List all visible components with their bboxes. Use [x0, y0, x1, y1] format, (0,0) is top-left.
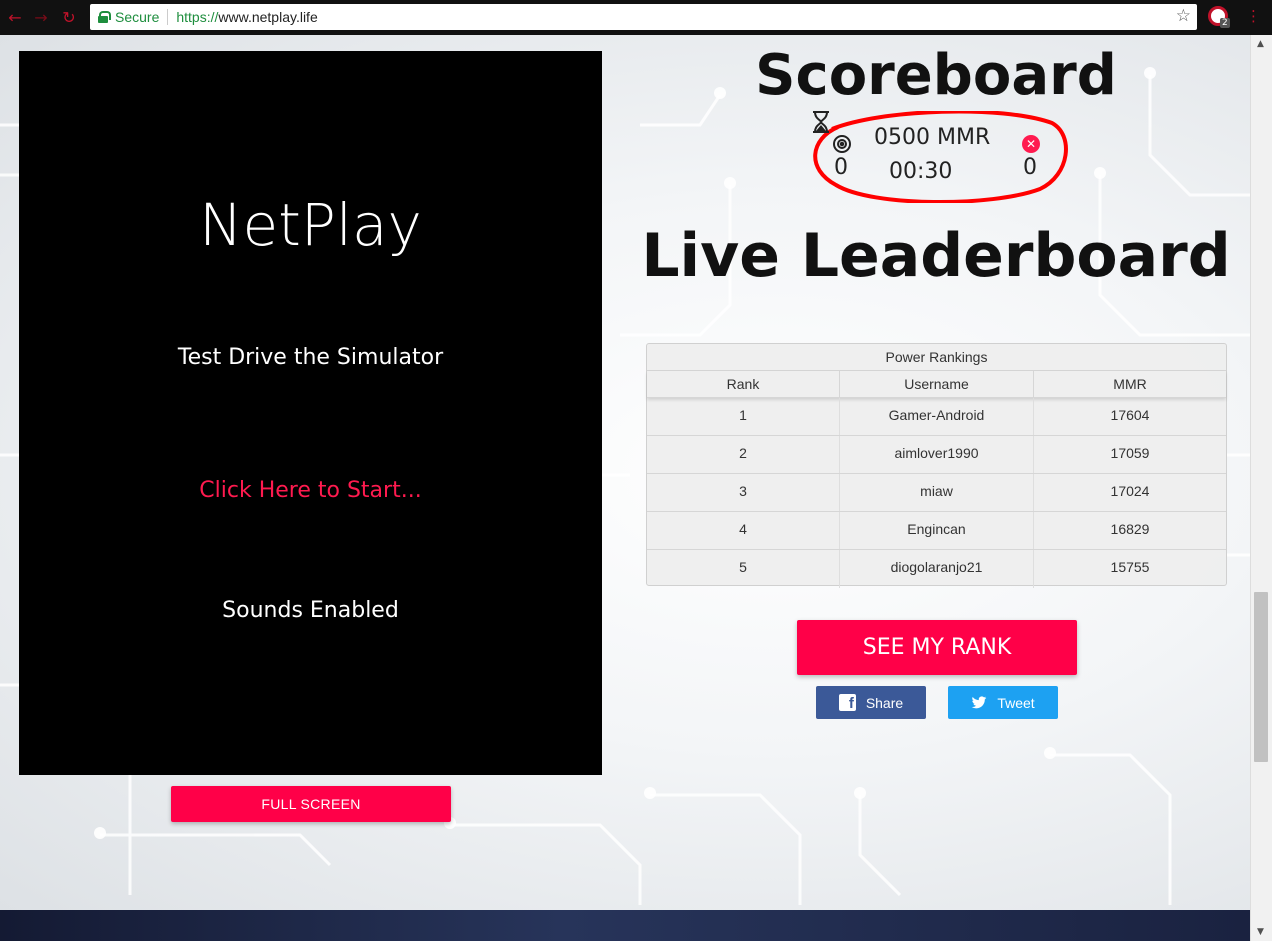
table-caption: Power Rankings	[647, 344, 1226, 371]
url-scheme: https://	[176, 9, 219, 25]
rank-cell: 3	[647, 474, 840, 511]
scrollbar-thumb[interactable]	[1254, 592, 1268, 762]
scoreboard-stats: 0 0500 MMR 00:30 ✕ 0	[812, 111, 1068, 203]
extension-badge: 2	[1220, 18, 1230, 28]
browser-toolbar: ← → ↻ Secure https://www.netplay.life ☆ …	[0, 0, 1272, 35]
column-header-username: Username	[840, 371, 1034, 397]
rank-cell: 2	[647, 436, 840, 473]
tweet-button[interactable]: Tweet	[948, 686, 1058, 719]
footer-banner	[0, 910, 1250, 941]
mmr-cell: 17604	[1110, 407, 1150, 423]
mmr-cell: 15755	[1110, 559, 1150, 575]
username-cell: Engincan	[840, 512, 1034, 549]
table-row: 5 diogolaranjo21 15755	[647, 550, 1226, 588]
url-text[interactable]: https://www.netplay.life	[176, 9, 317, 25]
sounds-toggle[interactable]: Sounds Enabled	[19, 598, 602, 623]
facebook-share-button[interactable]: f Share	[816, 686, 926, 719]
see-my-rank-button[interactable]: SEE MY RANK	[797, 620, 1077, 675]
target-icon	[833, 135, 851, 153]
facebook-icon: f	[838, 694, 856, 712]
miss-icon: ✕	[1022, 135, 1040, 153]
back-arrow-icon[interactable]: ←	[4, 6, 26, 28]
forward-arrow-icon[interactable]: →	[30, 6, 52, 28]
hourglass-icon	[813, 111, 829, 133]
misses-count: 0	[1023, 155, 1037, 180]
url-host: www.netplay.life	[218, 9, 318, 25]
tweet-label: Tweet	[997, 694, 1035, 711]
rank-cell: 4	[647, 512, 840, 549]
fullscreen-button[interactable]: FULL SCREEN	[171, 786, 451, 822]
mmr-cell: 17024	[1110, 483, 1150, 499]
game-subtitle: Test Drive the Simulator	[177, 345, 444, 370]
leaderboard-title: Live Leaderboard	[641, 221, 1231, 291]
lock-icon	[98, 11, 111, 23]
table-row: 4 Engincan 16829	[647, 512, 1226, 550]
column-header-rank: Rank	[647, 371, 840, 397]
mmr-cell: 16829	[1110, 521, 1150, 537]
hits-count: 0	[834, 155, 848, 180]
rank-cell: 5	[647, 550, 840, 588]
username-cell: miaw	[840, 474, 1034, 511]
column-header-mmr: MMR	[1113, 376, 1147, 392]
scoreboard-title: Scoreboard	[755, 43, 1117, 108]
address-bar[interactable]: Secure https://www.netplay.life ☆	[90, 4, 1197, 30]
username-cell: Gamer-Android	[840, 398, 1034, 435]
username-cell: diogolaranjo21	[840, 550, 1034, 588]
rank-cell: 1	[647, 398, 840, 435]
timer-value: 00:30	[889, 159, 953, 184]
username-cell: aimlover1990	[840, 436, 1034, 473]
secure-label: Secure	[115, 9, 160, 25]
scroll-down-arrow-icon[interactable]: ▼	[1257, 927, 1264, 937]
game-title: NetPlay	[199, 191, 422, 259]
rankings-table: Power Rankings Rank Username MMR 1 Gamer…	[646, 343, 1227, 588]
reload-icon[interactable]: ↻	[58, 6, 80, 28]
table-row: 3 miaw 17024	[647, 474, 1226, 512]
mmr-value: 0500 MMR	[874, 125, 991, 150]
start-link[interactable]: Click Here to Start...	[19, 478, 602, 503]
page-content: NetPlay Test Drive the Simulator Click H…	[0, 35, 1250, 910]
browser-menu-icon[interactable]: ⋮	[1246, 7, 1261, 25]
bookmark-star-icon[interactable]: ☆	[1176, 6, 1191, 26]
scroll-up-arrow-icon[interactable]: ▲	[1257, 39, 1264, 49]
table-header: Rank Username MMR	[647, 371, 1226, 398]
twitter-bird-icon	[971, 695, 987, 708]
table-row: 1 Gamer-Android 17604	[647, 398, 1226, 436]
mmr-cell: 17059	[1110, 445, 1150, 461]
share-label: Share	[865, 694, 904, 711]
table-row: 2 aimlover1990 17059	[647, 436, 1226, 474]
page-scrollbar[interactable]: ▲ ▼	[1250, 35, 1272, 941]
game-canvas[interactable]: NetPlay Test Drive the Simulator Click H…	[19, 51, 602, 775]
address-divider	[167, 9, 169, 25]
